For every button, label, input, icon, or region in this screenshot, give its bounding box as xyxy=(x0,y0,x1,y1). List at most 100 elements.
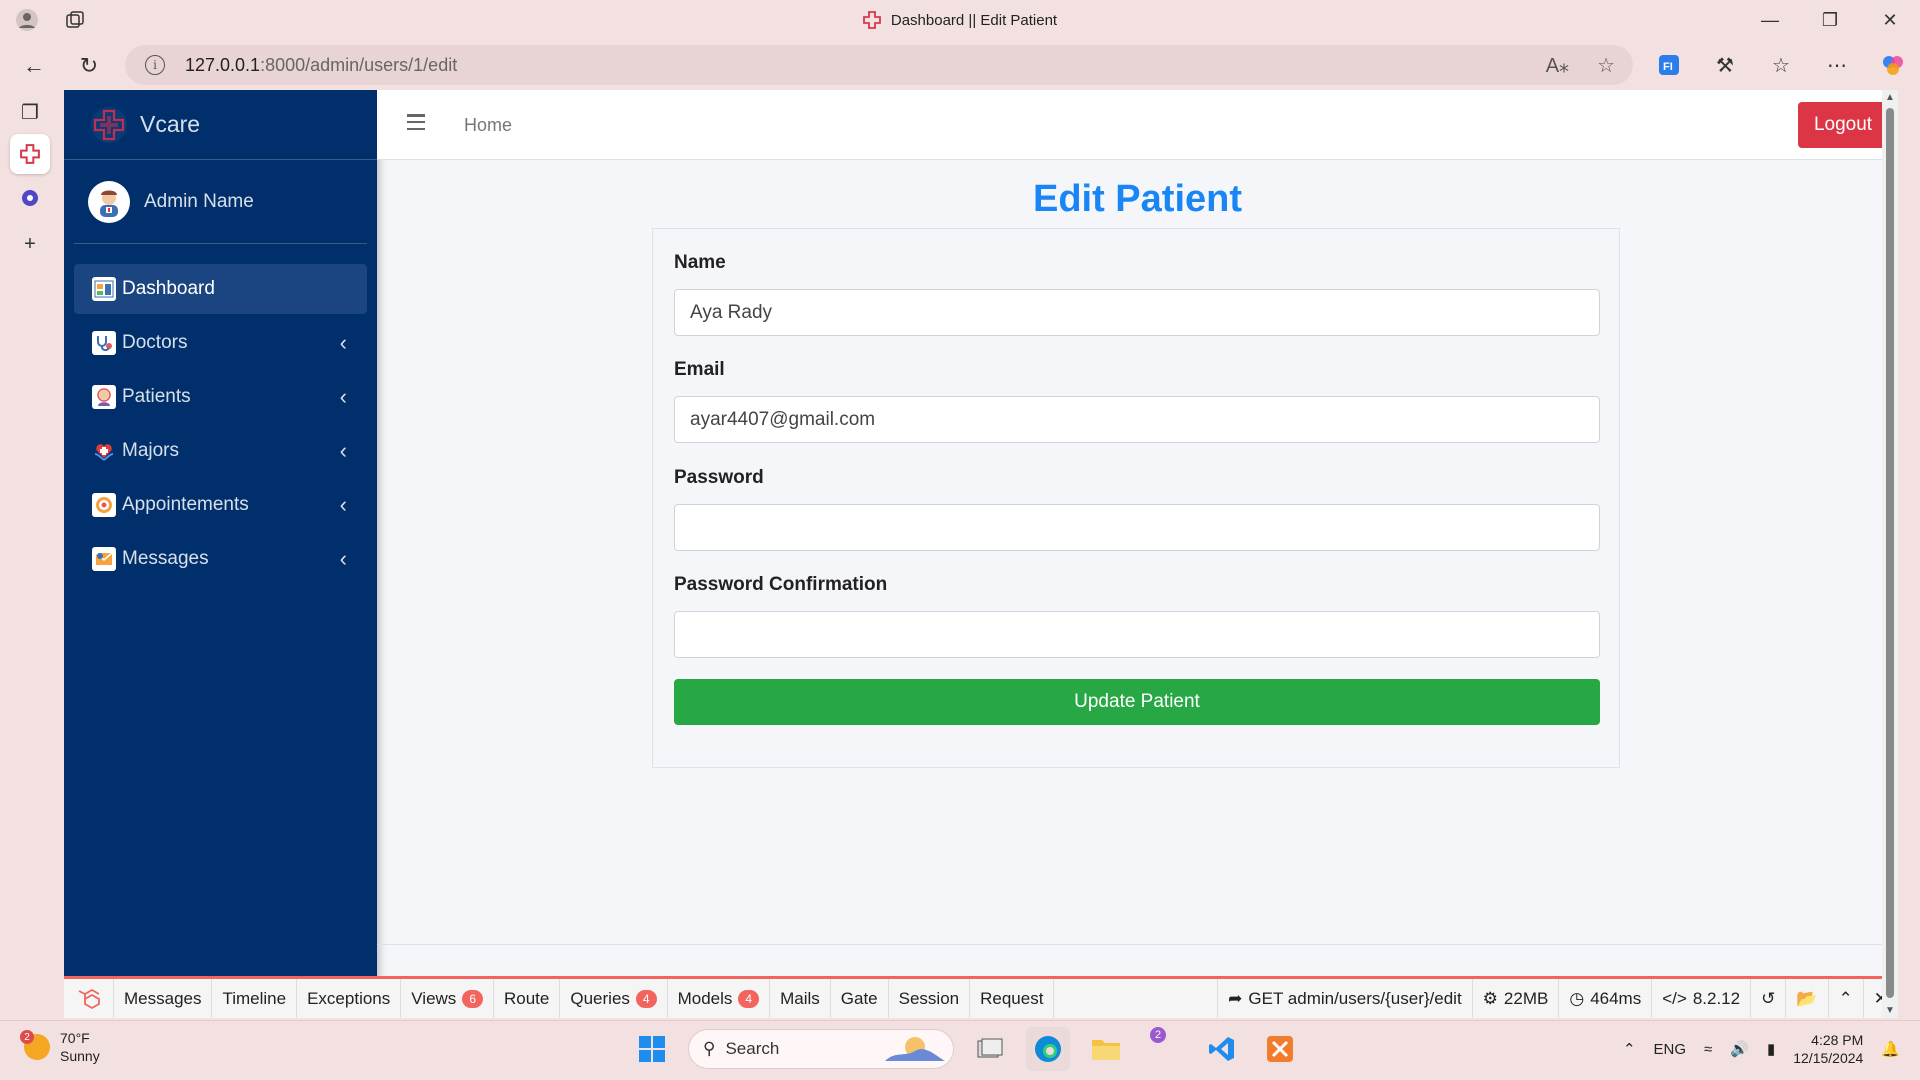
footer-divider xyxy=(377,944,1898,945)
chevron-left-icon: ‹ xyxy=(339,384,347,409)
brand-link[interactable]: Vcare xyxy=(64,90,377,160)
vertical-tabs-strip: ❐ + xyxy=(0,90,58,1020)
debugbar-tab-gate[interactable]: Gate xyxy=(831,979,889,1018)
chevron-left-icon: ‹ xyxy=(339,546,347,571)
page-viewport: Vcare Admin Name Dashboard Doctors ‹ Pat… xyxy=(64,90,1898,1018)
debugbar-history-icon[interactable]: ↺ xyxy=(1750,979,1785,1018)
password-confirmation-label: Password Confirmation xyxy=(674,574,888,595)
debugbar-tab-timeline[interactable]: Timeline xyxy=(212,979,298,1018)
page-scrollbar[interactable]: ▲ ▼ xyxy=(1882,90,1898,1018)
sidebar-item-messages[interactable]: Messages ‹ xyxy=(74,534,367,584)
debugbar-route[interactable]: ➦ GET admin/users/{user}/edit xyxy=(1217,979,1472,1018)
xampp-icon[interactable] xyxy=(1258,1027,1302,1071)
tab-actions-icon[interactable]: ❐ xyxy=(10,92,50,132)
password-field[interactable] xyxy=(674,504,1600,551)
sidebar-item-patients[interactable]: Patients ‹ xyxy=(74,372,367,422)
email-field[interactable]: ayar4407@gmail.com xyxy=(674,396,1600,443)
debugbar-tab-badge: 4 xyxy=(635,989,657,1008)
scroll-down-icon[interactable]: ▼ xyxy=(1885,1005,1895,1016)
menu-toggle-icon[interactable] xyxy=(407,114,425,130)
update-patient-button[interactable]: Update Patient xyxy=(674,679,1600,725)
reload-button[interactable]: ↻ xyxy=(72,49,106,83)
battery-icon[interactable]: ▮ xyxy=(1767,1040,1775,1058)
favorite-star-icon[interactable]: ☆ xyxy=(1597,53,1615,78)
home-link[interactable]: Home xyxy=(464,115,512,136)
password-confirmation-field[interactable] xyxy=(674,611,1600,658)
debugbar-tab-label: Session xyxy=(898,988,960,1008)
debugbar-tab-models[interactable]: Models 4 xyxy=(668,979,771,1018)
window-title: Dashboard || Edit Patient xyxy=(0,11,1920,29)
wifi-icon[interactable]: ≈ xyxy=(1704,1041,1712,1058)
debugbar-tab-route[interactable]: Route xyxy=(494,979,561,1018)
patient-icon xyxy=(92,385,116,409)
tab-second[interactable] xyxy=(10,178,50,218)
svg-text:FI: FI xyxy=(1663,61,1673,73)
debugbar-tab-label: Timeline xyxy=(222,988,287,1008)
debugbar-tab-exceptions[interactable]: Exceptions xyxy=(297,979,402,1018)
debugbar-tab-label: Gate xyxy=(840,988,878,1008)
debugbar-tab-request[interactable]: Request xyxy=(970,979,1055,1018)
close-window-button[interactable]: ✕ xyxy=(1860,0,1920,40)
debugbar-tab-label: Exceptions xyxy=(307,988,391,1008)
restore-button[interactable]: ❐ xyxy=(1800,0,1860,40)
more-options-icon[interactable]: ⋯ xyxy=(1820,48,1854,82)
browser-titlebar: Dashboard || Edit Patient — ❐ ✕ xyxy=(0,0,1920,40)
copilot-icon[interactable] xyxy=(1876,48,1910,82)
notifications-bell-icon[interactable]: 🔔 xyxy=(1881,1040,1900,1058)
debugbar-tab-views[interactable]: Views 6 xyxy=(401,979,494,1018)
sidebar-item-dashboard[interactable]: Dashboard xyxy=(74,264,367,314)
debugbar-tab-queries[interactable]: Queries 4 xyxy=(560,979,668,1018)
extensions-puzzle-icon[interactable]: ⚒ xyxy=(1708,48,1742,82)
name-field[interactable]: Aya Rady xyxy=(674,289,1600,336)
debugbar-tab-messages[interactable]: Messages xyxy=(114,979,213,1018)
debugbar-route-text: GET admin/users/{user}/edit xyxy=(1248,988,1462,1008)
logout-button[interactable]: Logout xyxy=(1798,102,1888,148)
read-aloud-icon[interactable]: A⁎ xyxy=(1546,53,1569,78)
weather-widget[interactable]: 2 70°F Sunny xyxy=(20,1029,100,1065)
sidebar-item-doctors[interactable]: Doctors ‹ xyxy=(74,318,367,368)
clock-time: 4:28 PM xyxy=(1811,1032,1864,1048)
scroll-up-icon[interactable]: ▲ xyxy=(1885,92,1895,103)
clock[interactable]: 4:28 PM 12/15/2024 xyxy=(1793,1031,1863,1067)
debugbar-tab-session[interactable]: Session xyxy=(889,979,971,1018)
extension-fi-icon[interactable]: FI xyxy=(1652,48,1686,82)
sidebar: Vcare Admin Name Dashboard Doctors ‹ Pat… xyxy=(64,90,377,1018)
debugbar-php-version[interactable]: </> 8.2.12 xyxy=(1651,979,1750,1018)
url-text[interactable]: 127.0.0.1:8000/admin/users/1/edit xyxy=(185,55,457,76)
language-indicator[interactable]: ENG xyxy=(1654,1041,1687,1058)
sun-icon: 2 xyxy=(20,1030,50,1060)
file-explorer-icon[interactable] xyxy=(1084,1027,1128,1071)
debugbar-memory[interactable]: ⚙ 22MB xyxy=(1471,979,1559,1018)
vscode-icon[interactable] xyxy=(1200,1027,1244,1071)
sidebar-item-majors[interactable]: Majors ‹ xyxy=(74,426,367,476)
site-info-icon[interactable]: i xyxy=(145,55,165,75)
tab-vcare[interactable] xyxy=(10,134,50,174)
debugbar-collapse-icon[interactable]: ⌃ xyxy=(1827,979,1863,1018)
taskbar-search[interactable]: ⚲ Search xyxy=(688,1029,954,1069)
sidebar-item-appointements[interactable]: Appointements ‹ xyxy=(74,480,367,530)
edge-browser-icon[interactable] xyxy=(1026,1027,1070,1071)
page-title: Edit Patient xyxy=(1032,178,1243,220)
new-tab-button[interactable]: + xyxy=(10,224,50,264)
debugbar-time[interactable]: ◷ 464ms xyxy=(1558,979,1651,1018)
name-group: Name Aya Rady xyxy=(674,252,1600,336)
show-hidden-icons-icon[interactable]: ⌃ xyxy=(1623,1040,1636,1058)
debugbar-folder-icon[interactable]: 📂 xyxy=(1785,979,1827,1018)
start-button[interactable] xyxy=(630,1027,674,1071)
window-title-text: Dashboard || Edit Patient xyxy=(890,11,1058,29)
minimize-button[interactable]: — xyxy=(1740,0,1800,40)
user-panel[interactable]: Admin Name xyxy=(74,160,367,244)
browser-toolbar: ← ↻ i 127.0.0.1:8000/admin/users/1/edit … xyxy=(0,40,1920,90)
name-label: Name xyxy=(674,252,726,273)
debugbar-tab-mails[interactable]: Mails xyxy=(770,979,831,1018)
teams-icon[interactable]: 2 xyxy=(1142,1027,1186,1071)
task-view-icon[interactable] xyxy=(968,1027,1012,1071)
scroll-thumb[interactable] xyxy=(1886,108,1894,998)
laravel-logo-icon[interactable] xyxy=(64,979,114,1018)
weather-condition: Sunny xyxy=(60,1048,100,1064)
volume-icon[interactable]: 🔊 xyxy=(1730,1040,1749,1058)
favorites-icon[interactable]: ☆ xyxy=(1764,48,1798,82)
back-button[interactable]: ← xyxy=(17,49,51,83)
debugbar-tab-label: Messages xyxy=(124,988,202,1008)
address-bar[interactable]: i 127.0.0.1:8000/admin/users/1/edit A⁎ ☆ xyxy=(125,45,1633,85)
